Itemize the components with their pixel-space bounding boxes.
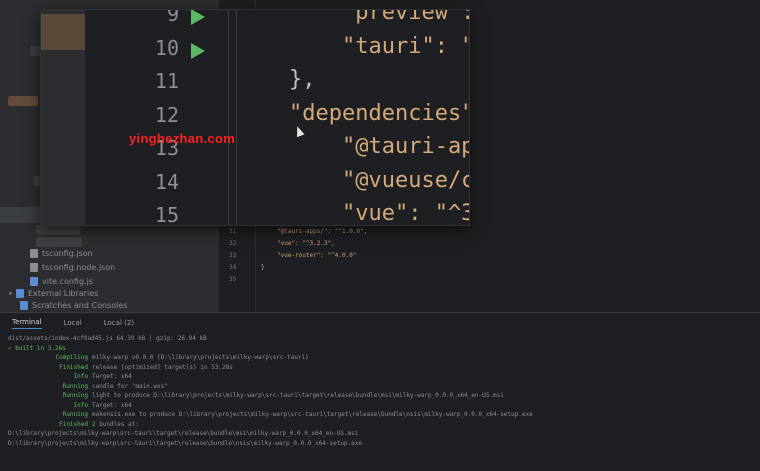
terminal-line: Finished 2 bundles at: xyxy=(8,421,758,431)
code-line: "vue-router": "^4.0.0" xyxy=(277,252,357,259)
terminal-keyword: Compiling xyxy=(55,354,88,361)
code-line: } xyxy=(261,264,265,271)
tree-item-scratches[interactable]: Scratches and Consoles xyxy=(0,297,220,313)
json-file-icon xyxy=(30,262,38,272)
line-number: 10 xyxy=(154,35,179,60)
terminal-text: makensis.exe to produce D:\library\proje… xyxy=(92,411,533,418)
json-file-icon xyxy=(30,248,38,258)
terminal-keyword: Info xyxy=(73,401,88,409)
terminal-text: D:\library\projects\milky-warp\src-tauri… xyxy=(8,439,363,447)
terminal-keyword: Finished xyxy=(59,420,88,428)
terminal-line: dist/assets/index-4cf0ad45.js 64.39 kB |… xyxy=(8,335,758,345)
terminal-keyword: Finished xyxy=(59,363,88,371)
terminal-line: D:\library\projects\milky-warp\src-tauri… xyxy=(8,440,758,450)
terminal-keyword: Running xyxy=(62,382,88,390)
tree-item-label: Scratches and Consoles xyxy=(32,300,128,310)
zoom-highlight xyxy=(41,14,85,50)
code-line: "preview": " xyxy=(341,9,470,25)
terminal-text: light to produce D:\library\projects\mil… xyxy=(92,392,504,399)
terminal-text: milky-warp v0.0.0 (D:\library\projects\m… xyxy=(92,354,309,361)
code-line: "@tauri-apps/": "^1.0.0", xyxy=(277,228,368,235)
tab-local[interactable]: Local xyxy=(64,319,82,327)
terminal-line: Running makensis.exe to produce D:\librar… xyxy=(8,411,758,421)
terminal-output[interactable]: dist/assets/index-4cf0ad45.js 64.39 kB |… xyxy=(8,335,758,449)
tree-item-label: tsconfig.node.json xyxy=(42,262,116,272)
run-gutter-icon[interactable] xyxy=(191,10,205,25)
terminal-line: Running candle for "main.wxs" xyxy=(8,383,758,393)
terminal-keyword: Info xyxy=(73,373,88,380)
terminal-line: ✓ built in 3.26s xyxy=(8,345,758,355)
terminal-text: dist/assets/index-4cf0ad45.js 64.39 kB |… xyxy=(8,335,207,342)
terminal-text: release [optimized] target(s) in 53.28s xyxy=(92,363,233,371)
terminal-line: D:\library\projects\milky-warp\src-tauri… xyxy=(8,430,758,440)
line-number: 14 xyxy=(154,169,179,194)
terminal-text: ✓ built in 3.26s xyxy=(8,344,66,352)
tab-local-2[interactable]: Local (2) xyxy=(104,319,134,327)
line-number: 12 xyxy=(154,102,179,127)
terminal-text: Target: x64 xyxy=(92,401,132,409)
line-number: 31 xyxy=(229,228,237,235)
chevron-right-icon[interactable]: ▸ xyxy=(6,289,16,297)
zoom-fold-line xyxy=(236,10,237,225)
terminal-keyword: Running xyxy=(62,392,88,399)
watermark: yinghezhan.com xyxy=(129,131,236,146)
scratch-icon xyxy=(20,300,28,310)
terminal-keyword: Running xyxy=(62,411,88,418)
line-number: 32 xyxy=(229,240,237,247)
terminal-panel[interactable]: Terminal Local Local (2) dist/assets/ind… xyxy=(0,312,760,471)
tab-terminal[interactable]: Terminal xyxy=(12,318,42,329)
tree-item-label: tsconfig.json xyxy=(42,248,93,258)
code-line: }, xyxy=(289,67,316,92)
code-line: "vue": "^3.2 xyxy=(341,201,469,226)
terminal-text: D:\library\projects\milky-warp\src-tauri… xyxy=(8,430,359,437)
code-line: "@vueuse/core xyxy=(341,167,469,193)
code-line: "vue": "^3.2.3", xyxy=(277,240,335,247)
code-line: "tauri": "tau xyxy=(341,33,469,59)
zoom-gutter-divider xyxy=(228,10,229,225)
terminal-text: Target: x64 xyxy=(92,373,132,380)
line-number: 35 xyxy=(229,276,237,283)
zoomed-editor-overlay: 9 "preview": " 10 "tauri": "tau 11}, 12 "dep… xyxy=(40,9,470,226)
terminal-tabs: Terminal Local Local (2) xyxy=(0,313,760,333)
run-gutter-icon[interactable] xyxy=(191,42,205,59)
code-line: "dependencies": { xyxy=(289,100,470,126)
line-number: 9 xyxy=(166,9,179,26)
line-number: 11 xyxy=(154,69,179,93)
line-number: 34 xyxy=(229,264,237,271)
terminal-text: 2 bundles at: xyxy=(92,420,139,428)
code-line: "@tauri-apps, xyxy=(341,134,469,159)
terminal-line: Info Target: x64 xyxy=(8,402,758,412)
blurred-tree-item[interactable] xyxy=(36,225,80,235)
terminal-line: Info Target: x64 xyxy=(8,373,758,383)
terminal-line: Compiling milky-warp v0.0.0 (D:\library\p… xyxy=(8,354,758,364)
line-number: 33 xyxy=(229,252,237,259)
terminal-text: candle for "main.wxs" xyxy=(92,382,168,390)
terminal-line: Finished release [optimized] target(s) in… xyxy=(8,364,758,374)
line-number: 15 xyxy=(154,203,179,226)
terminal-line: Running light to produce D:\library\proje… xyxy=(8,392,758,402)
blurred-tree-item[interactable] xyxy=(8,96,38,106)
